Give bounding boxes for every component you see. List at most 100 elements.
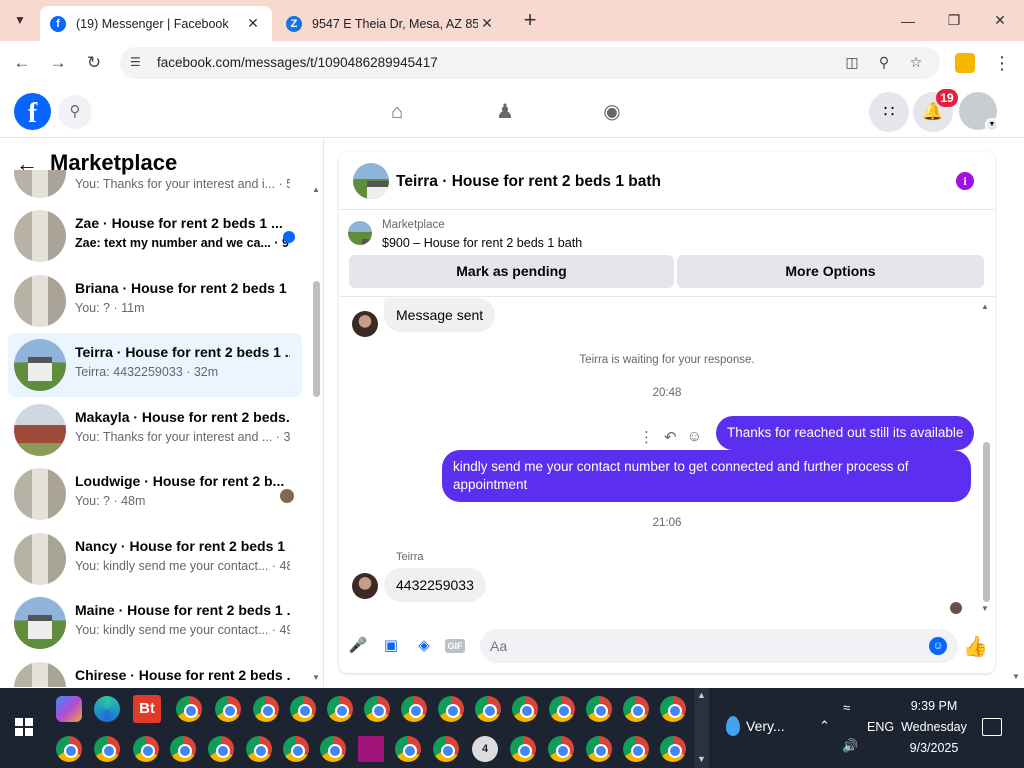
- conversation-item-zae[interactable]: Zae · House for rent 2 beds 1 ... Zae: t…: [8, 204, 302, 268]
- sticker-icon[interactable]: ◈: [414, 636, 434, 656]
- sidebar-scrollbar[interactable]: ▲ ▼: [312, 179, 320, 687]
- chrome-icon[interactable]: [94, 736, 120, 762]
- chrome-icon[interactable]: [623, 736, 649, 762]
- chrome-icon[interactable]: [56, 736, 82, 762]
- bt-app-icon[interactable]: Bt: [133, 695, 161, 723]
- chrome-icon[interactable]: [510, 736, 536, 762]
- listing-title[interactable]: $900 – House for rent 2 beds 1 bath: [382, 236, 582, 250]
- chrome-icon[interactable]: [660, 736, 686, 762]
- notification-center-icon[interactable]: [982, 718, 1002, 736]
- forward-icon[interactable]: →: [46, 51, 70, 75]
- chrome-icon[interactable]: [586, 696, 612, 722]
- chat-scrollbar[interactable]: ▲ ▼: [981, 302, 991, 614]
- chrome-icon[interactable]: [253, 696, 279, 722]
- zoom-icon[interactable]: ⚲: [874, 54, 894, 72]
- copilot-icon[interactable]: [56, 696, 82, 722]
- chrome-icon[interactable]: [290, 696, 316, 722]
- reply-icon[interactable]: ↶: [664, 428, 677, 448]
- minimize-button[interactable]: —: [885, 0, 931, 41]
- edge-icon[interactable]: [94, 696, 120, 722]
- chrome-icon[interactable]: [433, 736, 459, 762]
- search-icon[interactable]: ⚲: [58, 95, 92, 129]
- windows-start-icon[interactable]: [15, 718, 33, 736]
- site-info-icon[interactable]: ☰: [130, 55, 146, 71]
- reload-icon[interactable]: ↻: [82, 51, 106, 75]
- chrome-icon[interactable]: [660, 696, 686, 722]
- weather-widget[interactable]: Very...: [726, 716, 785, 736]
- chrome-icon[interactable]: [438, 696, 464, 722]
- thumbs-up-icon[interactable]: 👍: [963, 634, 988, 659]
- react-emoji-icon[interactable]: ☺: [687, 428, 702, 448]
- message-input[interactable]: [480, 629, 958, 663]
- browser-menu-icon[interactable]: ⋮: [993, 51, 1011, 75]
- chrome-profile-badge-icon[interactable]: 4: [472, 736, 498, 762]
- tab-messenger[interactable]: f (19) Messenger | Facebook ✕: [40, 6, 272, 41]
- chrome-icon[interactable]: [176, 696, 202, 722]
- chrome-icon[interactable]: [586, 736, 612, 762]
- chrome-icon[interactable]: [133, 736, 159, 762]
- scrollbar-thumb[interactable]: [983, 442, 990, 602]
- chrome-icon[interactable]: [549, 696, 575, 722]
- scrollbar-thumb[interactable]: [313, 281, 320, 397]
- emoji-icon[interactable]: ☺: [929, 637, 947, 655]
- facebook-logo-icon[interactable]: f: [14, 93, 51, 130]
- tab-zillow[interactable]: Z 9547 E Theia Dr, Mesa, AZ 8521 ✕: [276, 6, 506, 41]
- back-icon[interactable]: ←: [10, 51, 34, 75]
- more-icon[interactable]: ⋮: [639, 428, 654, 448]
- maximize-button[interactable]: ❐: [931, 0, 977, 41]
- app-icon[interactable]: [358, 736, 384, 762]
- window-close-button[interactable]: ✕: [977, 0, 1023, 41]
- conversation-item-nancy[interactable]: Nancy · House for rent 2 beds 1 ... You:…: [8, 527, 302, 591]
- wifi-icon[interactable]: ≈: [843, 700, 850, 715]
- scroll-down-arrow-icon[interactable]: ▼: [981, 604, 989, 613]
- conversation-item-teirra[interactable]: Teirra · House for rent 2 beds 1 ... Tei…: [8, 333, 302, 397]
- mark-as-pending-button[interactable]: Mark as pending: [349, 255, 674, 288]
- scroll-down-arrow-icon[interactable]: ▼: [312, 673, 320, 682]
- chrome-icon[interactable]: [623, 696, 649, 722]
- page-scroll-down-arrow-icon[interactable]: ▼: [1012, 672, 1020, 681]
- close-icon[interactable]: ✕: [478, 15, 496, 32]
- photo-icon[interactable]: ▣: [381, 636, 401, 656]
- show-hidden-icons-chevron-icon[interactable]: ⌃: [819, 718, 830, 734]
- conversation-list[interactable]: You: Thanks for your interest and i... ·…: [0, 170, 312, 687]
- listing-thumbnail[interactable]: [353, 163, 389, 199]
- chrome-icon[interactable]: [475, 696, 501, 722]
- chrome-icon[interactable]: [327, 696, 353, 722]
- conversation-item-briana[interactable]: Briana · House for rent 2 beds 1 ... You…: [8, 269, 302, 333]
- chrome-icon[interactable]: [548, 736, 574, 762]
- chrome-icon[interactable]: [170, 736, 196, 762]
- close-icon[interactable]: ✕: [244, 15, 262, 32]
- profile-avatar[interactable]: ▼: [959, 92, 999, 132]
- gif-icon[interactable]: GIF: [445, 639, 465, 653]
- conversation-item-loudwige[interactable]: Loudwige · House for rent 2 b... You: ? …: [8, 462, 302, 526]
- tab-search-chevron-icon[interactable]: ▼: [10, 10, 30, 30]
- chrome-icon[interactable]: [283, 736, 309, 762]
- language-indicator[interactable]: ENG: [867, 720, 894, 734]
- extension-icon[interactable]: [955, 53, 975, 73]
- chrome-icon[interactable]: [512, 696, 538, 722]
- conversation-item-maine[interactable]: Maine · House for rent 2 beds 1 ... You:…: [8, 591, 302, 655]
- chat-title[interactable]: Teirra · House for rent 2 beds 1 bath: [396, 173, 661, 191]
- menu-grid-icon[interactable]: ∷: [869, 92, 909, 132]
- install-app-icon[interactable]: ◫: [842, 54, 862, 72]
- conversation-item-chirese[interactable]: Chirese · House for rent 2 beds ...: [8, 656, 302, 687]
- scroll-up-arrow-icon[interactable]: ▲: [697, 690, 706, 700]
- chrome-icon[interactable]: [320, 736, 346, 762]
- taskbar-scrollbar[interactable]: ▲ ▼: [695, 688, 709, 768]
- conversation-item-makayla[interactable]: Makayla · House for rent 2 beds... You: …: [8, 398, 302, 462]
- system-clock[interactable]: 9:39 PM Wednesday 9/3/2025: [896, 696, 972, 759]
- scroll-up-arrow-icon[interactable]: ▲: [312, 185, 320, 194]
- chrome-icon[interactable]: [395, 736, 421, 762]
- chrome-icon[interactable]: [208, 736, 234, 762]
- more-options-button[interactable]: More Options: [677, 255, 984, 288]
- chrome-icon[interactable]: [401, 696, 427, 722]
- chrome-icon[interactable]: [246, 736, 272, 762]
- friends-icon[interactable]: ♟: [491, 99, 519, 125]
- home-icon[interactable]: ⌂: [383, 99, 411, 125]
- url-text[interactable]: facebook.com/messages/t/1090486289945417: [157, 55, 438, 70]
- address-bar[interactable]: ☰ facebook.com/messages/t/10904862899454…: [120, 47, 940, 79]
- conversation-item[interactable]: You: Thanks for your interest and i... ·…: [8, 170, 302, 204]
- bookmark-star-icon[interactable]: ☆: [906, 54, 926, 72]
- info-icon[interactable]: i: [956, 172, 974, 190]
- groups-icon[interactable]: ◉: [598, 99, 626, 125]
